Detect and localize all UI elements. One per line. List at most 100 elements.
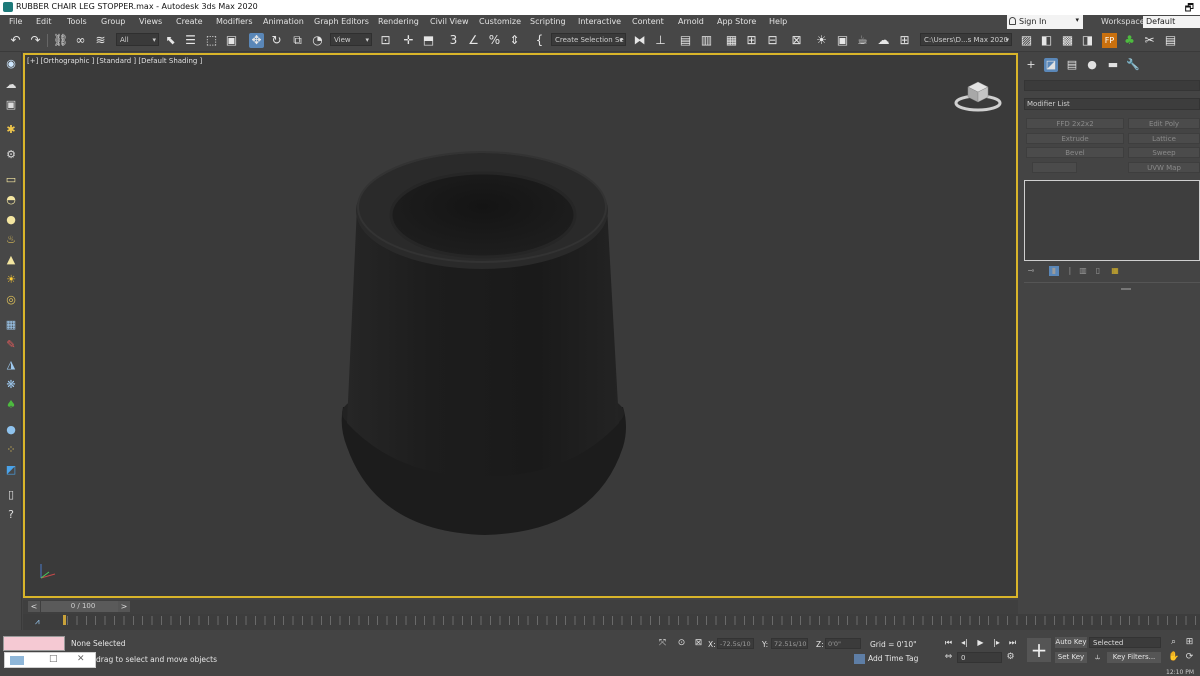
set-keys-icon[interactable]: + [1027, 638, 1051, 662]
folder-icon[interactable]: ▩ [1060, 33, 1075, 48]
modifier-list-dropdown[interactable]: Modifier List [1024, 98, 1200, 110]
material-editor-icon[interactable]: ⊠ [789, 33, 804, 48]
show-end-result-icon[interactable]: ▮ [1049, 266, 1059, 276]
modifier-button[interactable]: Bevel [1026, 147, 1124, 158]
menu-civil-view[interactable]: Civil View [430, 17, 469, 26]
menu-edit[interactable]: Edit [36, 17, 52, 26]
modifier-button[interactable]: UVW Map [1128, 162, 1200, 173]
reference-coord-dropdown[interactable]: View ▾ [330, 33, 372, 46]
select-manipulate-icon[interactable]: ✛ [401, 33, 416, 48]
redo-icon[interactable]: ↷ [28, 33, 43, 48]
delete-modifier-icon[interactable]: ▯ [1093, 266, 1103, 276]
paint-brush-icon[interactable]: ✎ [4, 338, 18, 352]
rectangular-selection-icon[interactable]: ⬚ [204, 33, 219, 48]
close-icon[interactable]: ✕ [77, 654, 85, 664]
select-and-move-icon[interactable]: ✥ [249, 33, 264, 48]
link-icon[interactable]: ⛓ [53, 33, 68, 48]
material-sphere-icon[interactable]: ● [4, 423, 18, 437]
key-tangent-icon[interactable]: ⥿ [1092, 652, 1103, 663]
next-frame-icon[interactable]: |▸ [991, 637, 1002, 648]
selection-filter-dropdown[interactable]: All ▾ [116, 33, 159, 46]
scene-explorer-icon[interactable]: ▤ [678, 33, 693, 48]
dome-primitive-icon[interactable]: ◓ [4, 193, 18, 207]
modifier-button[interactable]: Edit Poly [1128, 118, 1200, 129]
forest-pack-icon[interactable]: FP [1102, 33, 1117, 48]
menu-modifiers[interactable]: Modifiers [216, 17, 253, 26]
edit-named-selection-icon[interactable]: { [532, 33, 547, 48]
zoom-icon[interactable]: ⌕ [1168, 637, 1179, 648]
menu-content[interactable]: Content [632, 17, 664, 26]
spinner-snap-icon[interactable]: ⇕ [507, 33, 522, 48]
select-by-name-icon[interactable]: ☰ [183, 33, 198, 48]
modifier-button[interactable]: Lattice [1128, 133, 1200, 144]
make-unique-icon[interactable]: ∣ [1065, 266, 1075, 276]
absolute-mode-icon[interactable]: ⊠ [693, 638, 704, 649]
curve-editor-icon[interactable]: ⊞ [744, 33, 759, 48]
bind-space-warp-icon[interactable]: ≋ [93, 33, 108, 48]
a360-gallery-icon[interactable]: ⊞ [897, 33, 912, 48]
cone-primitive-icon[interactable]: ▲ [4, 253, 18, 267]
align-icon[interactable]: ⊥ [653, 33, 668, 48]
pan-view-icon[interactable]: ✋ [1168, 652, 1179, 663]
lock-selection-icon[interactable]: ⊙ [676, 638, 687, 649]
perspective-viewport[interactable]: [+] [Orthographic ] [Standard ] [Default… [23, 53, 1018, 598]
tools-icon[interactable]: ✂ [1142, 33, 1157, 48]
mirror-icon[interactable]: ⧓ [632, 33, 647, 48]
particle-icon[interactable]: ❋ [4, 378, 18, 392]
time-configuration-icon[interactable]: ⚙ [1005, 652, 1016, 663]
modifier-button[interactable]: Extrude [1026, 133, 1124, 144]
sphere-primitive-icon[interactable]: ● [4, 213, 18, 227]
teapot-icon[interactable]: ♨ [4, 233, 18, 247]
open-file-icon[interactable]: ▨ [1019, 33, 1034, 48]
angle-snap-icon[interactable]: ∠ [466, 33, 481, 48]
play-icon[interactable]: ▶ [975, 637, 986, 648]
y-coordinate-field[interactable]: 72.51s/10 [771, 638, 808, 649]
menu-group[interactable]: Group [101, 17, 125, 26]
motion-tab-icon[interactable]: ● [1085, 58, 1099, 72]
menu-help[interactable]: Help [769, 17, 787, 26]
light-icon[interactable]: ✱ [4, 123, 18, 137]
menu-customize[interactable]: Customize [479, 17, 521, 26]
pivot-center-icon[interactable]: ⊡ [378, 33, 393, 48]
menu-scripting[interactable]: Scripting [530, 17, 566, 26]
view-toggle-icon[interactable]: ◩ [4, 463, 18, 477]
schematic-view-icon[interactable]: ⊟ [765, 33, 780, 48]
time-slider[interactable]: < 0 / 100 > [23, 600, 1018, 614]
render-production-icon[interactable]: ☕ [855, 33, 870, 48]
x-coordinate-field[interactable]: -72.5s/10 [717, 638, 754, 649]
panel-grip[interactable] [1121, 288, 1131, 290]
track-bar[interactable]: ⩘ [23, 614, 1200, 630]
percent-snap-icon[interactable]: % [487, 33, 502, 48]
object-paint-icon[interactable]: ▣ [4, 98, 18, 112]
toggle-ribbon-icon[interactable]: ▦ [724, 33, 739, 48]
remove-modifier-icon[interactable]: ▥ [1078, 266, 1088, 276]
railclone-icon[interactable]: ♣ [1122, 33, 1137, 48]
sign-in-dropdown[interactable]: Sign In ▾ [1007, 15, 1083, 29]
sun-icon[interactable]: ☀ [4, 273, 18, 287]
project-folder-dropdown[interactable]: C:\Users\D...s Max 2020 ▾ [920, 33, 1012, 46]
pin-stack-icon[interactable]: ⊸ [1026, 266, 1036, 276]
zoom-all-icon[interactable]: ⊞ [1184, 637, 1195, 648]
scatter-icon[interactable]: ♠ [4, 398, 18, 412]
object-name-field[interactable] [1024, 80, 1200, 91]
panel-icon[interactable]: ▤ [1163, 33, 1178, 48]
snaps-toggle-icon[interactable]: 3 [446, 33, 461, 48]
current-frame-field[interactable]: 0 [957, 652, 1002, 663]
z-coordinate-field[interactable]: 0'0" [825, 638, 861, 649]
undo-icon[interactable]: ↶ [8, 33, 23, 48]
window-crossing-icon[interactable]: ▣ [224, 33, 239, 48]
unlink-icon[interactable]: ∞ [73, 33, 88, 48]
modifier-button[interactable]: Sweep [1128, 147, 1200, 158]
set-key-button[interactable]: Set Key [1055, 652, 1087, 663]
select-object-icon[interactable]: ⬉ [163, 33, 178, 48]
help-icon[interactable]: ? [4, 508, 18, 522]
time-prev-button[interactable]: < [28, 601, 40, 612]
menu-create[interactable]: Create [176, 17, 203, 26]
time-next-button[interactable]: > [118, 601, 130, 612]
menu-file[interactable]: File [9, 17, 22, 26]
viewport-layout-icon[interactable]: ◉ [4, 57, 18, 71]
go-to-start-icon[interactable]: ⏮ [943, 637, 954, 648]
add-time-tag-button[interactable]: Add Time Tag [854, 654, 918, 664]
menu-rendering[interactable]: Rendering [378, 17, 419, 26]
render-setup-icon[interactable]: ☀ [814, 33, 829, 48]
